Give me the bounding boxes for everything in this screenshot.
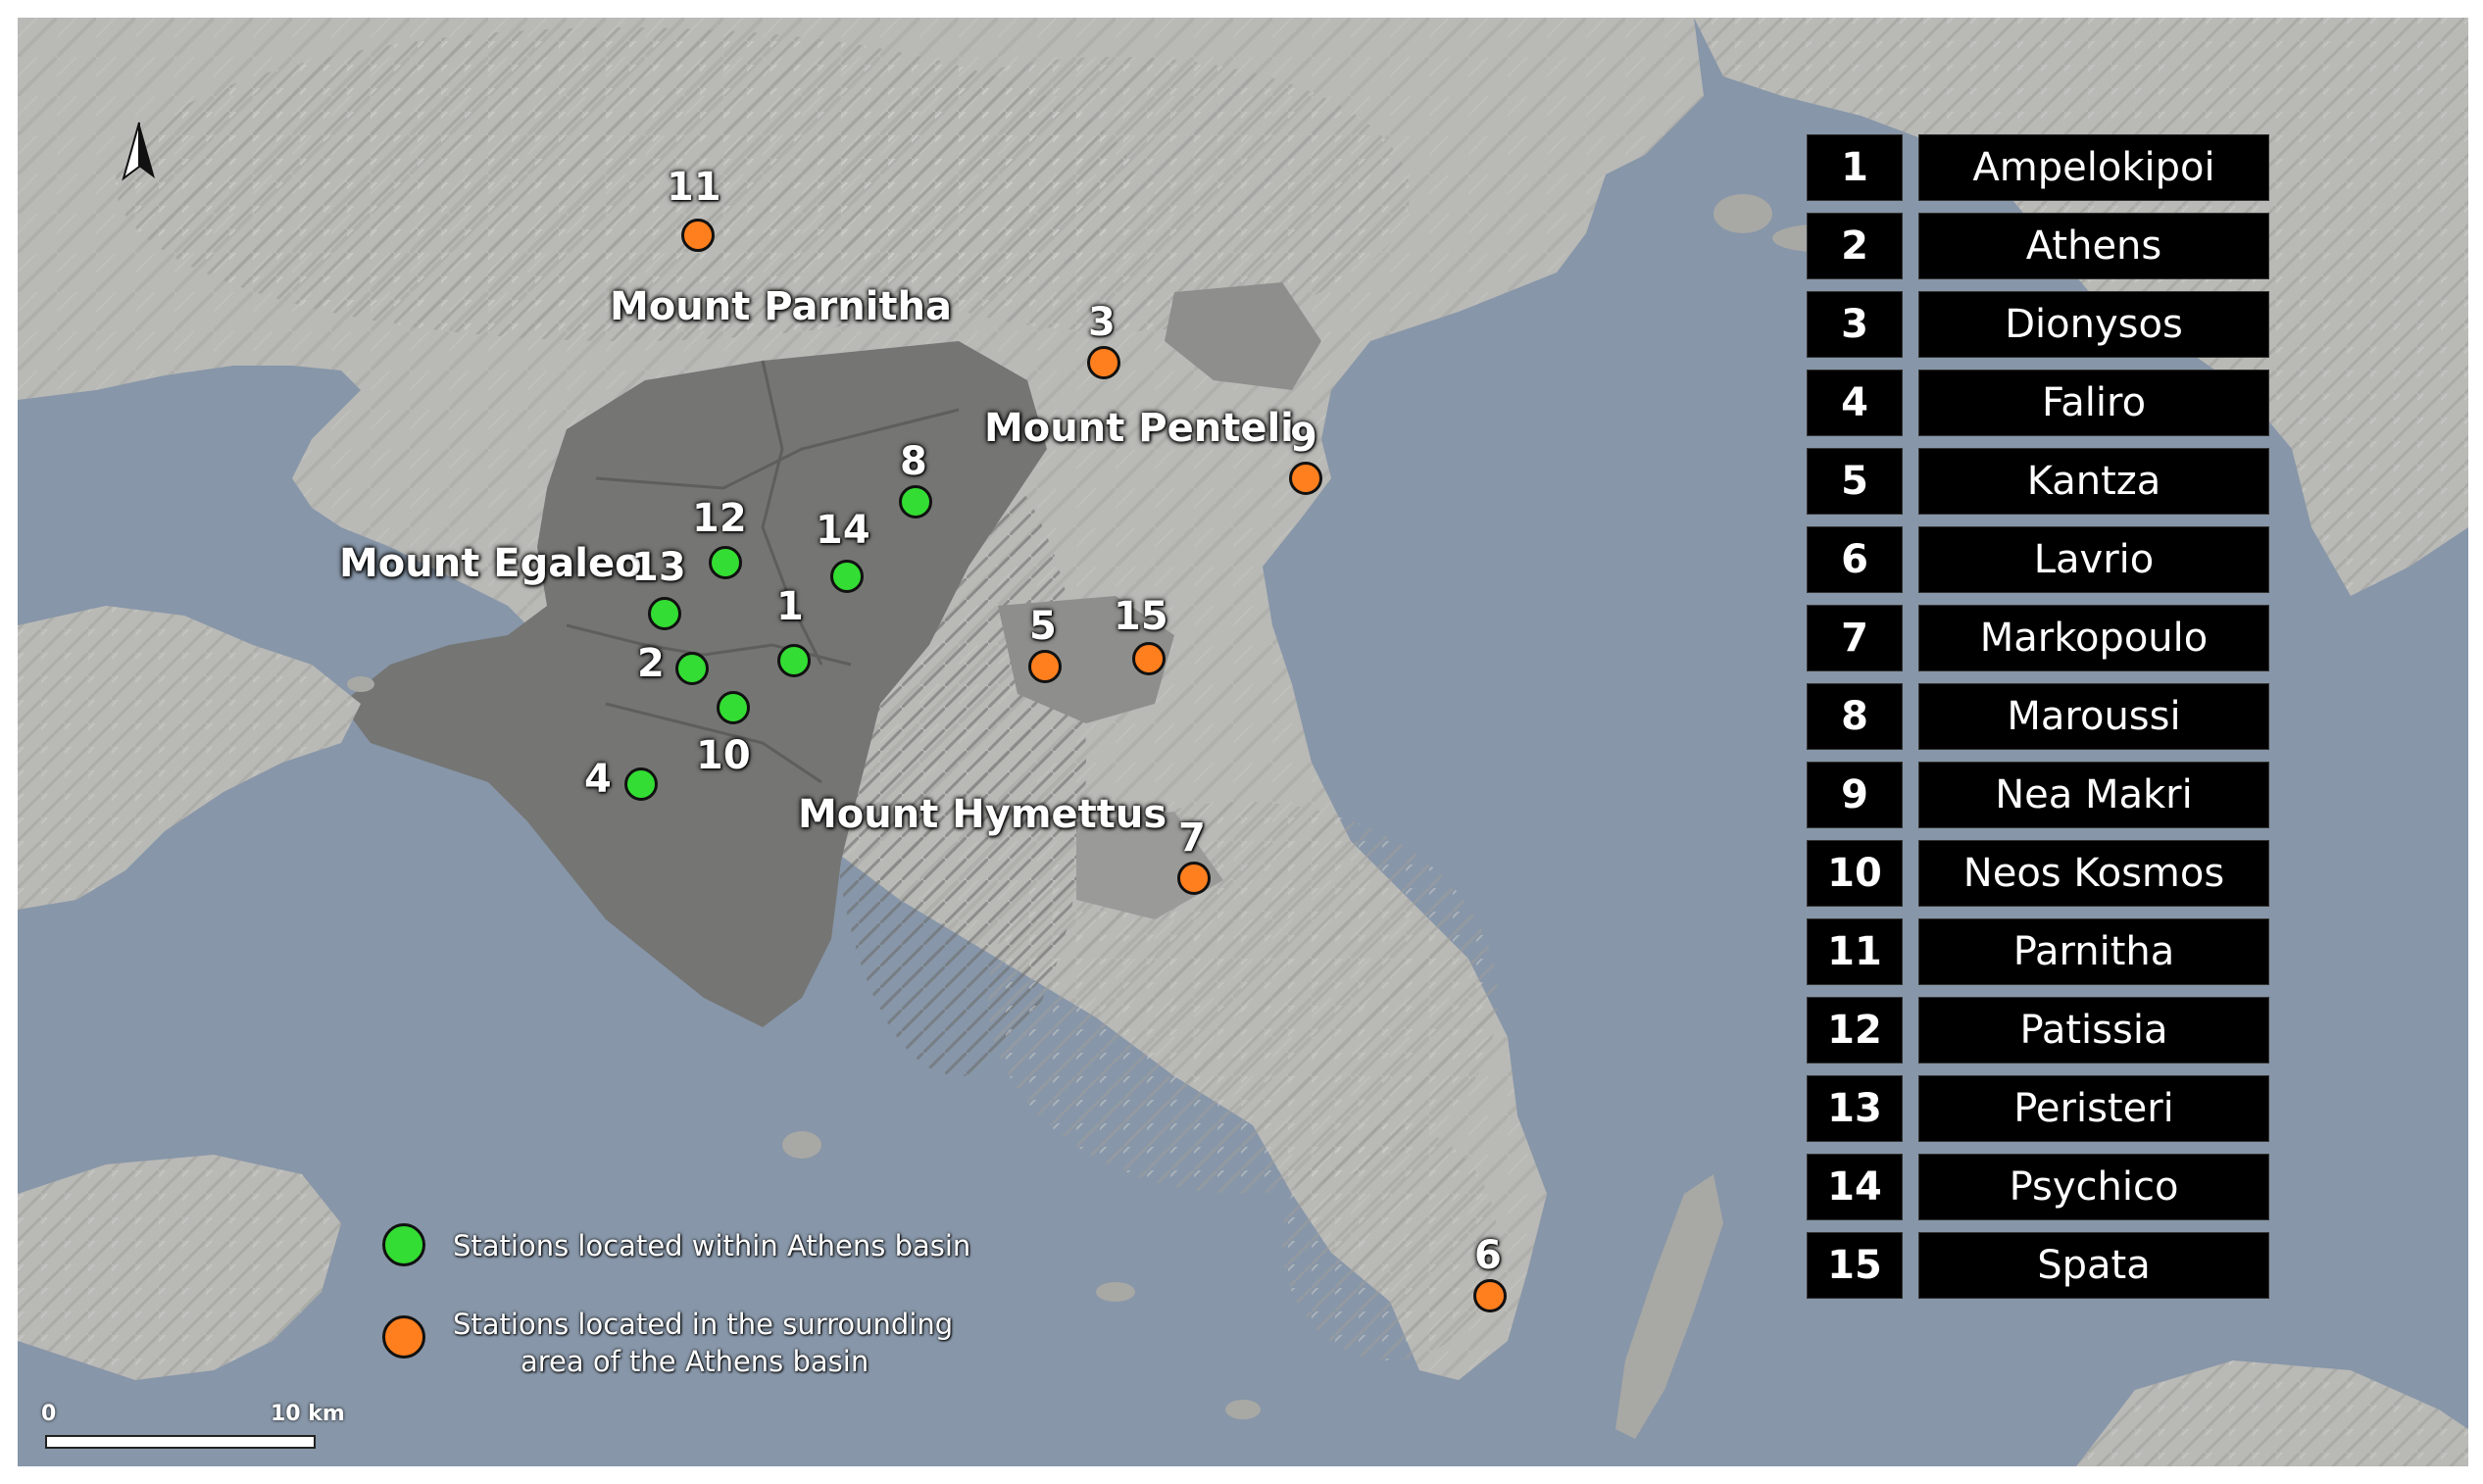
station-number-cell: 2 [1808,214,1902,278]
station-marker-12 [709,546,742,579]
station-number-cell: 7 [1808,606,1902,670]
station-marker-9 [1289,462,1322,495]
station-name-cell: Patissia [1919,998,2268,1063]
station-marker-13 [648,597,681,630]
station-number-label: 7 [1178,816,1206,861]
station-name-cell: Kantza [1919,449,2268,514]
table-row: 6 Lavrio [1808,527,2298,592]
station-name-cell: Peristeri [1919,1076,2268,1141]
station-number-cell: 6 [1808,527,1902,592]
station-name-cell: Parnitha [1919,919,2268,984]
station-number-label: 13 [631,545,686,590]
station-name-cell: Nea Makri [1919,763,2268,827]
station-number-cell: 3 [1808,292,1902,357]
station-marker-4 [624,767,658,801]
station-marker-1 [777,644,811,677]
station-name-cell: Dionysos [1919,292,2268,357]
station-name-cell: Ampelokipoi [1919,135,2268,200]
station-number-cell: 13 [1808,1076,1902,1141]
station-number-label: 5 [1029,604,1057,649]
station-number-label: 4 [584,757,612,802]
station-name-cell: Psychico [1919,1155,2268,1219]
mountain-label-penteli: Mount Penteli [984,406,1294,451]
station-marker-14 [830,560,864,593]
station-name-cell: Lavrio [1919,527,2268,592]
legend-surrounding-label-line2: area of the Athens basin [521,1345,869,1378]
scale-bar [45,1435,316,1449]
station-number-label: 1 [776,584,804,629]
station-number-label: 15 [1114,594,1168,639]
scale-start-label: 0 [41,1402,57,1426]
table-row: 10 Neos Kosmos [1808,841,2298,906]
table-row: 9 Nea Makri [1808,763,2298,827]
station-number-cell: 10 [1808,841,1902,906]
table-row: 15 Spata [1808,1233,2298,1298]
station-marker-8 [899,485,932,519]
station-name-cell: Spata [1919,1233,2268,1298]
station-number-label: 9 [1290,416,1317,461]
north-arrow-icon [122,122,155,181]
station-number-label: 10 [696,733,751,778]
station-number-label: 14 [816,508,870,553]
station-number-cell: 1 [1808,135,1902,200]
station-marker-10 [717,691,750,724]
table-row: 3 Dionysos [1808,292,2298,357]
map-frame: Mount Parnitha Mount Penteli Mount Egale… [18,18,2468,1466]
mountain-label-parnitha: Mount Parnitha [610,284,953,329]
station-name-cell: Faliro [1919,371,2268,435]
station-number-cell: 8 [1808,684,1902,749]
legend-surrounding-label-line1: Stations located in the surrounding [453,1308,954,1341]
station-number-cell: 4 [1808,371,1902,435]
station-marker-3 [1087,346,1120,379]
station-marker-6 [1473,1279,1507,1312]
station-marker-7 [1177,862,1211,895]
station-marker-15 [1132,642,1166,675]
station-number-label: 2 [637,641,665,686]
station-number-cell: 5 [1808,449,1902,514]
station-number-cell: 11 [1808,919,1902,984]
mountain-label-hymettus: Mount Hymettus [798,792,1167,837]
table-row: 5 Kantza [1808,449,2298,514]
station-name-cell: Neos Kosmos [1919,841,2268,906]
station-number-label: 3 [1088,300,1116,345]
station-name-cell: Markopoulo [1919,606,2268,670]
table-row: 7 Markopoulo [1808,606,2298,670]
legend-within-label: Stations located within Athens basin [453,1229,971,1262]
station-name-cell: Maroussi [1919,684,2268,749]
station-marker-11 [681,219,715,252]
station-number-label: 12 [692,496,747,541]
table-row: 1 Ampelokipoi [1808,135,2298,200]
station-number-label: 8 [900,439,927,484]
mountain-label-egaleo: Mount Egaleo [339,541,642,586]
table-row: 12 Patissia [1808,998,2298,1063]
table-row: 14 Psychico [1808,1155,2298,1219]
station-number-cell: 9 [1808,763,1902,827]
legend-surrounding-dot [382,1315,425,1359]
station-number-cell: 14 [1808,1155,1902,1219]
table-row: 8 Maroussi [1808,684,2298,749]
station-number-label: 11 [667,165,721,210]
table-row: 2 Athens [1808,214,2298,278]
legend-within-dot [382,1223,425,1266]
scale-end-label: 10 km [271,1402,345,1426]
table-row: 13 Peristeri [1808,1076,2298,1141]
station-marker-2 [675,652,709,685]
station-number-cell: 12 [1808,998,1902,1063]
station-number-label: 6 [1474,1233,1502,1278]
station-name-cell: Athens [1919,214,2268,278]
station-number-cell: 15 [1808,1233,1902,1298]
table-row: 11 Parnitha [1808,919,2298,984]
table-row: 4 Faliro [1808,371,2298,435]
station-marker-5 [1028,650,1062,683]
